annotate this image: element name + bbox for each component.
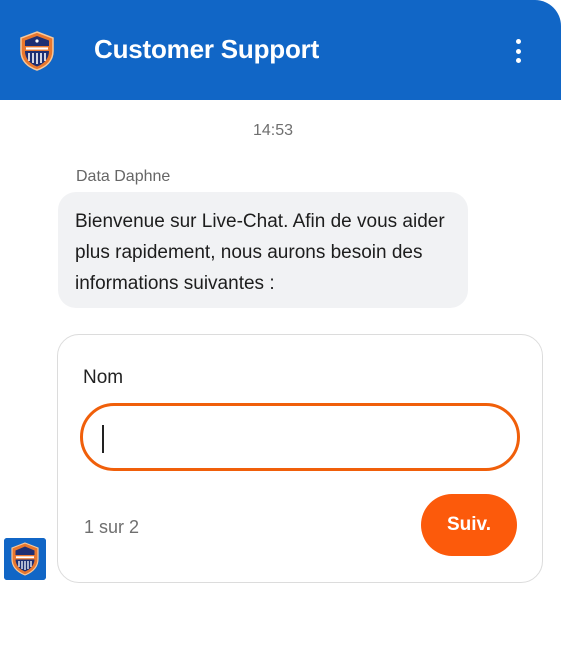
agent-avatar: [4, 538, 46, 580]
shield-badge-icon: [20, 31, 54, 71]
chat-title: Customer Support: [94, 34, 320, 64]
message-timestamp: 14:53: [252, 122, 294, 139]
more-vertical-icon: [515, 39, 521, 44]
text-cursor: [102, 425, 104, 453]
agent-message-bubble: Bienvenue sur Live-Chat. Afin de vous ai…: [58, 192, 468, 308]
sender-name: Data Daphne: [76, 168, 171, 185]
more-options-button[interactable]: [506, 36, 530, 66]
step-indicator: 1 sur 2: [84, 517, 140, 537]
name-field-label: Nom: [83, 367, 124, 388]
chat-window: Customer Support 14:53 Data Daphne Bienv…: [0, 0, 561, 664]
contact-form-card: Nom 1 sur 2 Suiv.: [57, 334, 543, 583]
name-input[interactable]: [80, 403, 520, 471]
chat-header: Customer Support: [0, 0, 561, 100]
next-button[interactable]: Suiv.: [421, 494, 517, 556]
